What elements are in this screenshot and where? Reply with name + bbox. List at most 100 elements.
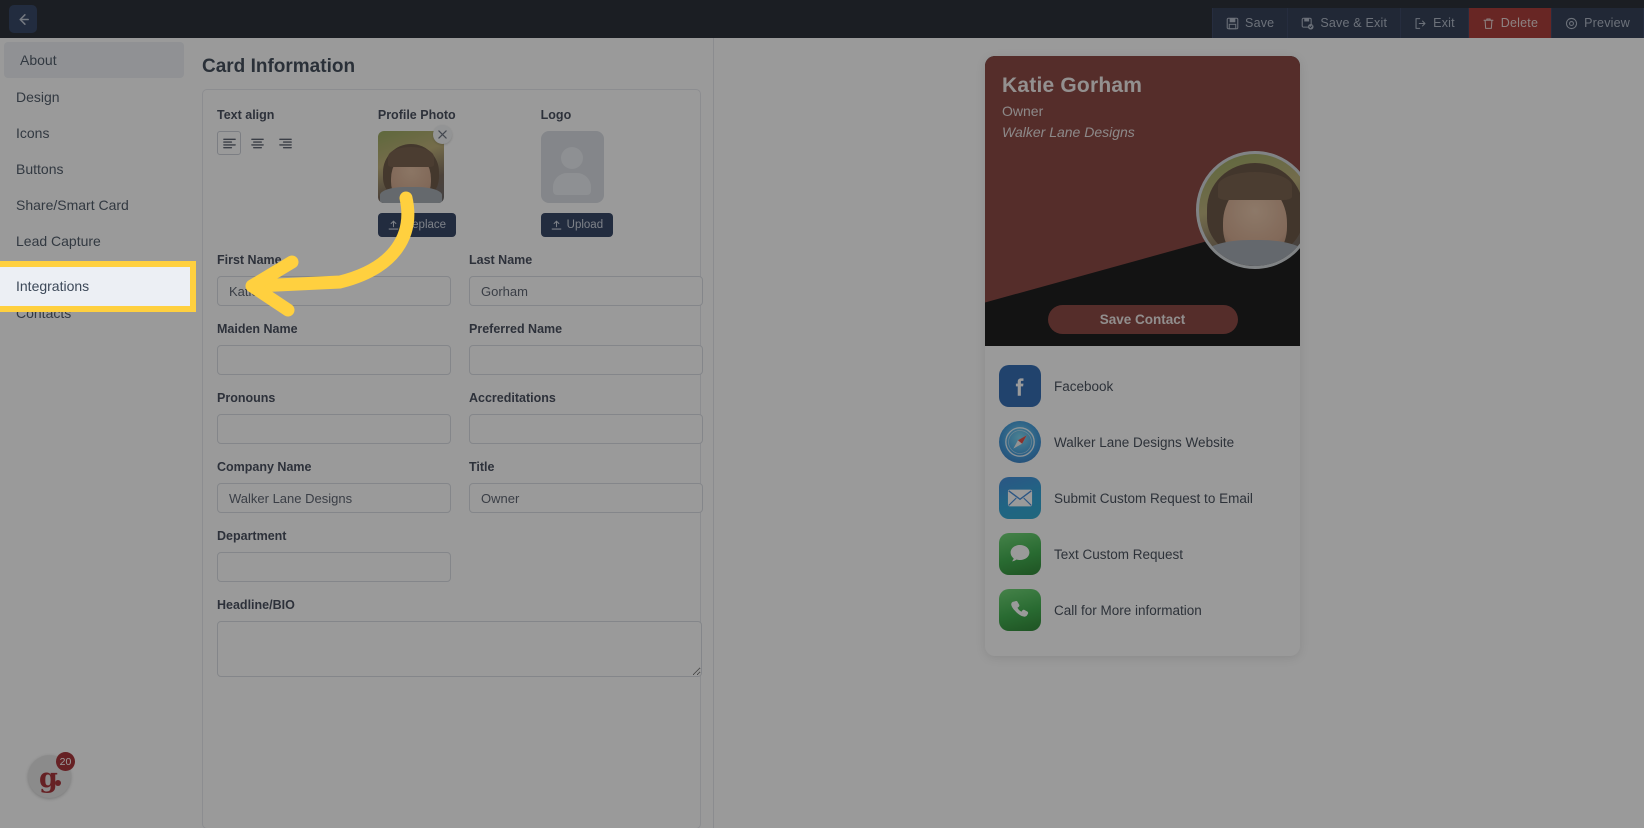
profile-photo-label: Profile Photo: [377, 108, 456, 122]
align-left-button[interactable]: [217, 131, 241, 155]
phone-icon: [999, 589, 1041, 631]
title-field-group: Title: [469, 460, 703, 513]
preview-area: Katie Gorham Owner Walker Lane Designs S…: [714, 38, 1644, 828]
sidebar-item-label: Lead Capture: [16, 233, 101, 249]
company-name-input[interactable]: [217, 483, 451, 513]
save-contact-label: Save Contact: [1099, 312, 1186, 327]
floppy-disk-check-icon: [1302, 17, 1314, 30]
digital-business-card: Katie Gorham Owner Walker Lane Designs S…: [985, 56, 1300, 656]
form-row: Pronouns Accreditations: [217, 391, 703, 444]
avatar-hair-front-shape: [1218, 171, 1292, 200]
title-label: Title: [469, 460, 495, 474]
remove-profile-photo-button[interactable]: [432, 125, 452, 144]
card-header: Katie Gorham Owner Walker Lane Designs S…: [985, 56, 1300, 346]
upload-logo-label: Upload: [566, 219, 604, 231]
save-label: Save: [1245, 16, 1275, 30]
logo-label: Logo: [540, 108, 572, 122]
title-input[interactable]: [469, 483, 703, 513]
page-title: Card Information: [202, 56, 356, 77]
sidebar-item-label: About: [20, 52, 57, 68]
logo-dot-icon: [55, 780, 61, 786]
upload-logo-button[interactable]: Upload: [540, 213, 614, 237]
list-item[interactable]: Call for More information: [985, 582, 1300, 638]
back-button[interactable]: [9, 5, 37, 33]
person-avatar-icon: [561, 147, 584, 169]
link-label: Walker Lane Designs Website: [1054, 434, 1235, 450]
sidebar-item-label: Buttons: [16, 161, 64, 177]
last-name-input[interactable]: [469, 276, 703, 306]
maiden-name-input[interactable]: [217, 345, 451, 375]
exit-label: Exit: [1433, 16, 1455, 30]
headline-bio-label: Headline/BIO: [217, 598, 295, 612]
align-left-icon: [222, 138, 236, 148]
sidebar-item-design[interactable]: Design: [0, 79, 188, 115]
sidebar-item-buttons[interactable]: Buttons: [0, 151, 188, 187]
card-role: Owner: [1002, 103, 1044, 119]
department-input[interactable]: [217, 552, 451, 582]
align-right-icon: [278, 138, 292, 148]
form-row: Department: [217, 529, 686, 582]
exit-button[interactable]: Exit: [1401, 8, 1469, 38]
annotation-arrow-icon: [245, 191, 415, 317]
pronouns-input[interactable]: [217, 414, 451, 444]
pronouns-label: Pronouns: [217, 391, 276, 405]
preferred-name-field-group: Preferred Name: [469, 322, 703, 375]
arrow-left-icon: [18, 13, 29, 25]
list-item[interactable]: Facebook: [985, 358, 1300, 414]
list-item[interactable]: Walker Lane Designs Website: [985, 414, 1300, 470]
sidebar: About Design Icons Buttons Share/Smart C…: [0, 38, 188, 828]
save-and-exit-button[interactable]: Save & Exit: [1288, 8, 1402, 38]
app-logo-badge[interactable]: g 20: [28, 752, 75, 798]
align-right-button[interactable]: [273, 131, 297, 155]
form-row: Maiden Name Preferred Name: [217, 322, 703, 375]
logo-letter: g: [39, 763, 58, 794]
maiden-name-label: Maiden Name: [217, 322, 298, 336]
toolbar-actions: Save Save & Exit Exit Delete Preview: [1212, 8, 1644, 38]
company-name-field-group: Company Name: [217, 460, 451, 513]
delete-label: Delete: [1500, 16, 1539, 30]
exit-arrow-icon: [1415, 17, 1426, 29]
list-item[interactable]: Text Custom Request: [985, 526, 1300, 582]
sidebar-item-label: Share/Smart Card: [16, 197, 129, 213]
accreditations-input[interactable]: [469, 414, 703, 444]
notification-count-badge: 20: [56, 752, 75, 771]
align-center-button[interactable]: [245, 131, 269, 155]
card-name: Katie Gorham: [1002, 74, 1143, 97]
accreditations-field-group: Accreditations: [469, 391, 703, 444]
message-bubble-icon: [999, 533, 1041, 575]
logo-group: Logo Upload: [540, 108, 686, 237]
link-label: Submit Custom Request to Email: [1054, 490, 1253, 506]
trash-icon: [1483, 18, 1494, 29]
preferred-name-label: Preferred Name: [469, 322, 563, 336]
sidebar-item-lead-capture[interactable]: Lead Capture: [0, 223, 188, 259]
save-button[interactable]: Save: [1212, 8, 1289, 38]
avatar-torso-shape: [1203, 240, 1300, 266]
card-avatar: [1196, 151, 1300, 269]
sidebar-item-about[interactable]: About: [4, 42, 184, 78]
preferred-name-input[interactable]: [469, 345, 703, 375]
form-row: Headline/BIO: [217, 598, 702, 682]
headline-bio-textarea[interactable]: [217, 621, 702, 677]
department-field-group: Department: [217, 529, 451, 582]
headline-bio-field-group: Headline/BIO: [217, 598, 702, 682]
preview-button[interactable]: Preview: [1552, 8, 1644, 38]
logo-placeholder: [540, 131, 604, 203]
align-center-icon: [250, 138, 264, 148]
text-align-label: Text align: [217, 108, 275, 122]
last-name-field-group: Last Name: [469, 253, 703, 306]
top-toolbar: Save Save & Exit Exit Delete Preview: [0, 0, 1644, 38]
sidebar-item-icons[interactable]: Icons: [0, 115, 188, 151]
upload-icon: [551, 220, 562, 230]
preview-label: Preview: [1584, 16, 1630, 30]
department-label: Department: [217, 529, 287, 543]
safari-compass-icon: [999, 421, 1041, 463]
accreditations-label: Accreditations: [469, 391, 556, 405]
maiden-name-field-group: Maiden Name: [217, 322, 451, 375]
highlighted-item-label: Integrations: [16, 278, 90, 294]
delete-button[interactable]: Delete: [1468, 8, 1553, 38]
sidebar-item-share-smart-card[interactable]: Share/Smart Card: [0, 187, 188, 223]
save-contact-button[interactable]: Save Contact: [1047, 305, 1238, 334]
save-and-exit-label: Save & Exit: [1320, 16, 1388, 30]
close-icon: [438, 130, 447, 139]
list-item[interactable]: Submit Custom Request to Email: [985, 470, 1300, 526]
